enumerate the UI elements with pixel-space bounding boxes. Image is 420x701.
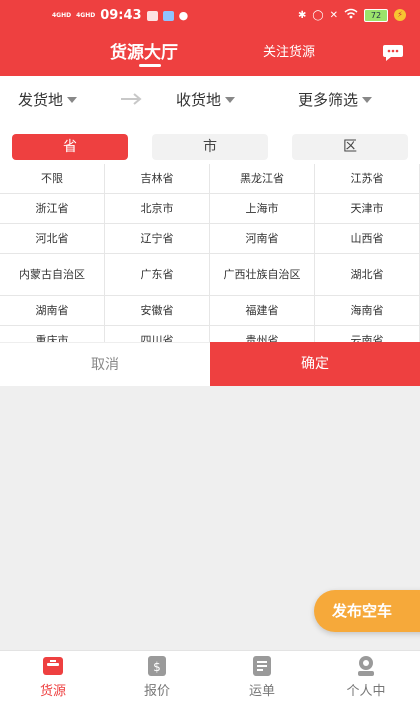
- clock: 09:43: [100, 8, 142, 23]
- svg-text:$: $: [153, 660, 161, 674]
- caret-down-icon: [67, 96, 78, 103]
- network-indicator-1: 4GHD: [52, 11, 72, 19]
- active-tab-indicator: [139, 64, 161, 67]
- nav-label: 运单: [248, 684, 275, 699]
- alarm-icon: ◯: [312, 9, 324, 21]
- nav-label: 货源: [39, 684, 66, 699]
- province-cell[interactable]: 辽宁省: [105, 224, 210, 254]
- province-cell[interactable]: 上海市: [210, 194, 315, 224]
- province-cell[interactable]: 湖北省: [315, 254, 420, 296]
- tab-followed-cargo[interactable]: 关注货源: [263, 41, 315, 60]
- tab-district[interactable]: 区: [292, 134, 408, 160]
- picker-actions: 取消 确定: [0, 342, 420, 386]
- network-indicator-2: 4GHD: [76, 11, 96, 19]
- caret-down-icon: [362, 96, 373, 103]
- province-cell[interactable]: 河北省: [0, 224, 105, 254]
- bottom-nav: 货源 $ 报价 运单 个人中: [0, 650, 420, 701]
- province-cell[interactable]: 河南省: [210, 224, 315, 254]
- arrow-right-icon: [120, 91, 142, 109]
- province-cell[interactable]: 贵州省: [210, 326, 315, 342]
- region-level-tabs: 省 市 区: [0, 122, 420, 164]
- province-cell[interactable]: 浙江省: [0, 194, 105, 224]
- province-cell[interactable]: 重庆市: [0, 326, 105, 342]
- chat-bubble-icon[interactable]: [382, 44, 404, 62]
- province-cell[interactable]: 山西省: [315, 224, 420, 254]
- province-cell[interactable]: 云南省: [315, 326, 420, 342]
- origin-filter[interactable]: 发货地: [18, 89, 78, 110]
- qq-penguin-icon: ●: [178, 9, 189, 22]
- more-filters-label: 更多筛选: [298, 91, 359, 109]
- province-cell[interactable]: 广西壮族自治区: [210, 254, 315, 296]
- province-cell[interactable]: 北京市: [105, 194, 210, 224]
- province-cell[interactable]: 吉林省: [105, 164, 210, 194]
- province-grid: 不限 吉林省 黑龙江省 江苏省 浙江省 北京市 上海市 天津市 河北省 辽宁省 …: [0, 164, 420, 342]
- more-filters[interactable]: 更多筛选: [298, 89, 373, 110]
- nav-item-cargo[interactable]: 货源: [13, 655, 93, 699]
- province-cell[interactable]: 内蒙古自治区: [0, 254, 105, 296]
- nav-item-waybill[interactable]: 运单: [222, 655, 302, 699]
- tab-province[interactable]: 省: [12, 134, 128, 160]
- nav-item-profile[interactable]: 个人中: [326, 655, 406, 699]
- charging-icon: ⚡: [394, 9, 406, 21]
- publish-empty-truck-button[interactable]: 发布空车: [314, 590, 420, 632]
- province-cell[interactable]: 海南省: [315, 296, 420, 326]
- battery-icon: 72: [364, 8, 388, 22]
- province-cell[interactable]: 安徽省: [105, 296, 210, 326]
- confirm-button[interactable]: 确定: [210, 342, 420, 386]
- province-cell[interactable]: 天津市: [315, 194, 420, 224]
- province-cell[interactable]: 广东省: [105, 254, 210, 296]
- status-bar: 4GHD 4GHD 09:43 ● ✱ ◯ ✕ 72 ⚡: [52, 8, 406, 26]
- tab-cargo-hall[interactable]: 货源大厅: [110, 38, 178, 63]
- nav-item-quote[interactable]: $ 报价: [117, 655, 197, 699]
- province-cell[interactable]: 四川省: [105, 326, 210, 342]
- destination-filter-label: 收货地: [176, 91, 222, 109]
- province-cell[interactable]: 福建省: [210, 296, 315, 326]
- notification-app-icon: [146, 10, 158, 21]
- destination-filter[interactable]: 收货地: [176, 89, 236, 110]
- tab-city[interactable]: 市: [152, 134, 268, 160]
- filter-bar: 发货地 收货地 更多筛选: [0, 76, 420, 122]
- waybill-icon: [253, 656, 271, 676]
- origin-filter-label: 发货地: [18, 91, 64, 109]
- notification-app-icon: [162, 10, 174, 21]
- cargo-box-icon: [43, 657, 63, 675]
- nav-label: 个人中: [346, 684, 386, 699]
- nav-label: 报价: [143, 684, 170, 699]
- caret-down-icon: [225, 96, 236, 103]
- province-cell[interactable]: 湖南省: [0, 296, 105, 326]
- price-tag-icon: $: [148, 656, 166, 676]
- mute-icon: ✕: [329, 9, 338, 21]
- bluetooth-icon: ✱: [298, 9, 307, 21]
- wifi-icon: [344, 8, 358, 22]
- province-cell[interactable]: 不限: [0, 164, 105, 194]
- province-cell[interactable]: 江苏省: [315, 164, 420, 194]
- cancel-button[interactable]: 取消: [0, 342, 210, 386]
- profile-icon: [358, 656, 374, 676]
- top-header: 4GHD 4GHD 09:43 ● ✱ ◯ ✕ 72 ⚡ 货源大厅 关注货源: [0, 0, 420, 76]
- province-cell[interactable]: 黑龙江省: [210, 164, 315, 194]
